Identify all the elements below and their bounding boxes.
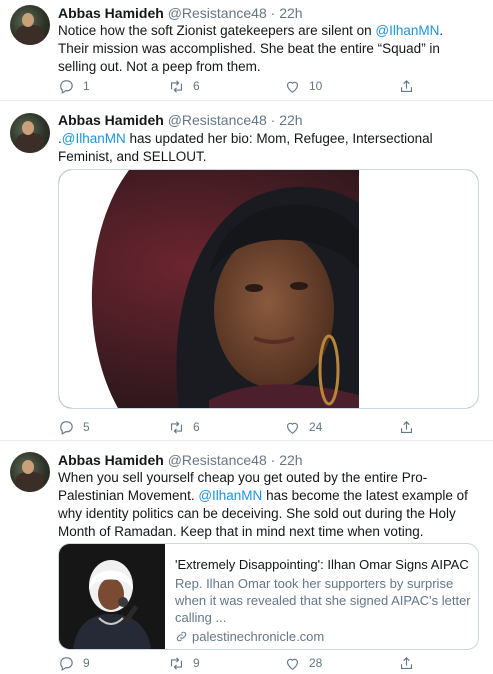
- tweet[interactable]: Abbas Hamideh @Resistance48 · 22h .@Ilha…: [0, 100, 493, 441]
- card-thumbnail-photo: [59, 544, 165, 649]
- like-icon: [286, 81, 299, 93]
- author-name[interactable]: Abbas Hamideh: [58, 5, 164, 21]
- retweet-count: 6: [193, 420, 200, 434]
- reply-icon: [60, 656, 73, 671]
- tweet-actions: 9 9 28: [58, 654, 438, 672]
- reply-button[interactable]: 9: [58, 654, 90, 672]
- avatar[interactable]: [10, 452, 50, 492]
- reply-icon: [60, 79, 73, 94]
- tweet-header: Abbas Hamideh @Resistance48 · 22h: [58, 451, 303, 469]
- author-handle[interactable]: @Resistance48: [168, 452, 267, 468]
- retweet-count: 9: [193, 656, 200, 670]
- share-icon: [400, 420, 413, 433]
- card-text: 'Extremely Disappointing': Ilhan Omar Si…: [175, 556, 471, 645]
- like-icon: [286, 422, 299, 434]
- timestamp[interactable]: 22h: [279, 5, 302, 21]
- separator-dot: ·: [270, 112, 276, 128]
- retweet-icon: [170, 420, 183, 434]
- reply-button[interactable]: 5: [58, 418, 90, 436]
- tweet-photo[interactable]: [58, 169, 479, 409]
- tweet[interactable]: Abbas Hamideh @Resistance48 · 22h Notice…: [0, 0, 493, 101]
- tweet-text: When you sell yourself cheap you get out…: [58, 469, 468, 541]
- like-count: 10: [309, 79, 323, 93]
- share-button[interactable]: [398, 654, 415, 672]
- tweet-header: Abbas Hamideh @Resistance48 · 22h: [58, 4, 303, 22]
- link-icon: [176, 631, 187, 642]
- reply-count: 1: [83, 79, 90, 93]
- like-count: 28: [309, 656, 323, 670]
- timestamp[interactable]: 22h: [279, 452, 302, 468]
- card-description: Rep. Ilhan Omar took her supporters by s…: [175, 576, 471, 625]
- retweet-button[interactable]: 9: [168, 654, 200, 672]
- card-thumbnail: [59, 544, 165, 649]
- reply-icon: [60, 420, 73, 435]
- timestamp[interactable]: 22h: [279, 112, 302, 128]
- tweet-text-part: Notice how the soft Zionist gatekeepers …: [58, 23, 376, 38]
- mention-link[interactable]: @IlhanMN: [62, 131, 126, 146]
- avatar[interactable]: [10, 113, 50, 153]
- card-domain-text: palestinechronicle.com: [192, 629, 325, 644]
- avatar[interactable]: [10, 5, 50, 45]
- share-button[interactable]: [398, 418, 415, 436]
- author-name[interactable]: Abbas Hamideh: [58, 112, 164, 128]
- tweet-text: Notice how the soft Zionist gatekeepers …: [58, 22, 468, 76]
- card-title[interactable]: 'Extremely Disappointing': Ilhan Omar Si…: [175, 556, 471, 573]
- share-icon: [400, 656, 413, 669]
- tweet[interactable]: Abbas Hamideh @Resistance48 · 22h When y…: [0, 440, 493, 674]
- card-domain[interactable]: palestinechronicle.com: [175, 628, 471, 645]
- author-handle[interactable]: @Resistance48: [168, 5, 267, 21]
- reply-button[interactable]: 1: [58, 77, 90, 95]
- separator-dot: ·: [270, 452, 276, 468]
- tweet-text: .@IlhanMN has updated her bio: Mom, Refu…: [58, 130, 468, 166]
- separator-dot: ·: [270, 5, 276, 21]
- like-count: 24: [309, 420, 323, 434]
- mention-link[interactable]: @IlhanMN: [375, 23, 439, 38]
- reply-count: 5: [83, 420, 90, 434]
- retweet-count: 6: [193, 79, 200, 93]
- photo-portrait: [59, 170, 478, 408]
- author-handle[interactable]: @Resistance48: [168, 112, 267, 128]
- reply-count: 9: [83, 656, 90, 670]
- mention-link[interactable]: @IlhanMN: [198, 488, 262, 503]
- tweet-header: Abbas Hamideh @Resistance48 · 22h: [58, 111, 303, 129]
- retweet-icon: [170, 656, 183, 670]
- retweet-button[interactable]: 6: [168, 77, 200, 95]
- like-icon: [286, 658, 299, 670]
- tweet-actions: 1 6 10: [58, 77, 438, 95]
- like-button[interactable]: 10: [284, 77, 322, 95]
- retweet-icon: [170, 79, 183, 93]
- like-button[interactable]: 24: [284, 418, 322, 436]
- link-card[interactable]: 'Extremely Disappointing': Ilhan Omar Si…: [58, 543, 479, 650]
- share-icon: [400, 79, 413, 92]
- retweet-button[interactable]: 6: [168, 418, 200, 436]
- share-button[interactable]: [398, 77, 415, 95]
- tweet-actions: 5 6 24: [58, 418, 438, 436]
- author-name[interactable]: Abbas Hamideh: [58, 452, 164, 468]
- like-button[interactable]: 28: [284, 654, 322, 672]
